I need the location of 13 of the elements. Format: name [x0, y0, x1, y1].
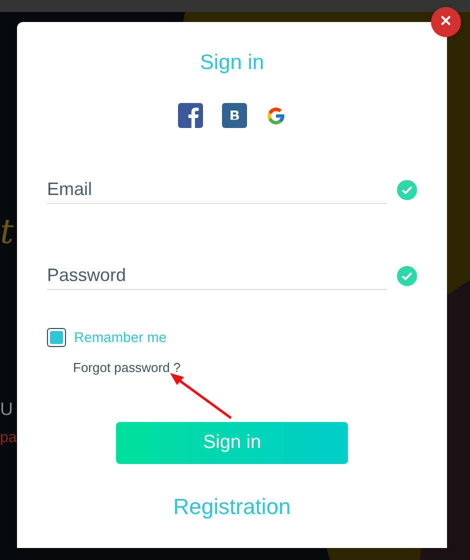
input-field[interactable]: Password	[47, 261, 387, 290]
background-text: U	[0, 400, 13, 418]
remember-checkbox[interactable]	[47, 328, 66, 347]
forgot-password-link[interactable]: Forgot password ?	[73, 360, 181, 375]
background-text: pa	[0, 430, 17, 445]
input-field[interactable]: Email	[47, 175, 387, 204]
annotation-arrow	[168, 372, 234, 420]
background-text: t	[0, 215, 14, 249]
facebook-icon[interactable]	[178, 103, 203, 128]
google-logo-icon[interactable]	[266, 106, 286, 126]
remember-label: Remamber me	[74, 328, 167, 347]
vk-logo-icon[interactable]	[222, 103, 247, 128]
dialog-title: Sign in	[200, 50, 264, 76]
